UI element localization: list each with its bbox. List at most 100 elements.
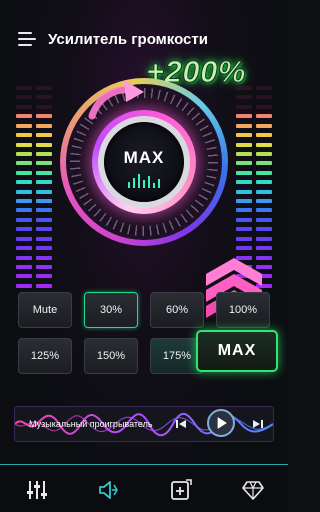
level-meter-segment [236, 170, 252, 175]
level-meter-segment [16, 170, 32, 175]
level-meter-segment [16, 274, 32, 279]
level-meter-segment [16, 199, 32, 204]
level-meter-segment [16, 161, 32, 166]
level-meter-segment [36, 274, 52, 279]
level-meter-segment [256, 151, 272, 156]
level-meter-segment [16, 283, 32, 288]
level-meter-segment [16, 86, 32, 90]
level-meter-segment [16, 189, 32, 194]
level-meter-segment [36, 246, 52, 251]
level-meter-segment [16, 265, 32, 270]
level-meter-segment [36, 283, 52, 288]
level-meter-segment [16, 114, 32, 119]
preset-30-button[interactable]: 30% [84, 292, 138, 328]
level-meter-segment [236, 180, 252, 185]
max-boost-button[interactable]: MAX [196, 330, 278, 372]
level-meter-segment [36, 161, 52, 166]
level-meter-segment [236, 114, 252, 119]
level-meter-segment [16, 180, 32, 185]
preset-60-button[interactable]: 60% [150, 292, 204, 328]
level-meter-segment [236, 95, 252, 100]
level-meter-segment [36, 123, 52, 128]
level-meter-segment [36, 170, 52, 175]
level-meter-segment [36, 95, 52, 100]
premium-diamond-icon[interactable] [242, 479, 264, 501]
top-bar: Усилитель громкости [0, 22, 288, 56]
left-level-meter [16, 86, 52, 288]
level-meter-segment [256, 161, 272, 166]
level-meter-segment [36, 133, 52, 138]
level-meter-segment [256, 133, 272, 138]
level-meter-segment [236, 217, 252, 222]
level-meter-segment [36, 142, 52, 147]
level-meter-segment [16, 123, 32, 128]
hamburger-menu-icon[interactable] [18, 31, 36, 47]
dial-knob[interactable]: MAX [104, 122, 184, 202]
level-meter-segment [36, 114, 52, 119]
level-meter-segment [236, 142, 252, 147]
level-meter-segment [256, 217, 272, 222]
next-track-icon[interactable] [252, 418, 264, 430]
level-meter-segment [36, 217, 52, 222]
level-meter-segment [16, 151, 32, 156]
level-meter-segment [236, 151, 252, 156]
level-meter-segment [256, 236, 272, 241]
mini-equalizer-icon [128, 174, 160, 188]
level-meter-segment [256, 86, 272, 90]
level-meter-segment [256, 123, 272, 128]
preset-125-button[interactable]: 125% [18, 338, 72, 374]
preset-mute-button[interactable]: Mute [18, 292, 72, 328]
play-button[interactable] [207, 409, 235, 437]
level-meter-segment [36, 151, 52, 156]
level-meter-segment [16, 246, 32, 251]
level-meter-segment [36, 265, 52, 270]
level-meter-segment [16, 142, 32, 147]
preset-100-button[interactable]: 100% [216, 292, 270, 328]
level-meter-segment [36, 199, 52, 204]
level-meter-segment [16, 95, 32, 100]
level-meter-segment [236, 246, 252, 251]
level-meter-segment [256, 170, 272, 175]
preset-150-button[interactable]: 150% [84, 338, 138, 374]
dial-max-label: MAX [123, 148, 165, 167]
equalizer-icon[interactable] [26, 479, 48, 501]
level-meter-segment [16, 217, 32, 222]
level-meter-segment [256, 189, 272, 194]
level-meter-segment [256, 142, 272, 147]
level-meter-segment [36, 255, 52, 260]
level-meter-segment [236, 236, 252, 241]
level-meter-segment [36, 104, 52, 109]
play-icon [217, 417, 227, 429]
bottom-navigation [0, 464, 288, 512]
level-meter-segment [36, 227, 52, 232]
level-meter-segment [16, 133, 32, 138]
page-title: Усилитель громкости [48, 31, 208, 48]
level-meter-segment [36, 208, 52, 213]
level-meter-segment [236, 161, 252, 166]
level-meter-segment [236, 86, 252, 90]
curved-arrow-icon [88, 80, 144, 120]
level-meter-segment [16, 104, 32, 109]
level-meter-segment [236, 189, 252, 194]
level-meter-segment [256, 114, 272, 119]
level-meter-segment [236, 123, 252, 128]
level-meter-segment [236, 227, 252, 232]
volume-dial[interactable]: MAX [60, 78, 228, 246]
app-screen: Усилитель громкости +200% MAX Mute 30% 6 [0, 0, 288, 512]
level-meter-segment [16, 208, 32, 213]
level-meter-segment [36, 236, 52, 241]
player-label: Музыкальный проигрыватель [29, 419, 153, 429]
level-meter-segment [16, 227, 32, 232]
add-shortcut-icon[interactable] [170, 479, 192, 501]
level-meter-segment [16, 255, 32, 260]
level-meter-segment [256, 104, 272, 109]
level-meter-segment [236, 199, 252, 204]
level-meter-segment [256, 208, 272, 213]
level-meter-segment [236, 133, 252, 138]
music-player-bar[interactable]: Музыкальный проигрыватель [14, 406, 274, 442]
prev-track-icon[interactable] [175, 418, 187, 430]
volume-boost-icon[interactable] [98, 479, 120, 501]
level-meter-segment [256, 227, 272, 232]
level-meter-segment [36, 189, 52, 194]
level-meter-segment [36, 86, 52, 90]
